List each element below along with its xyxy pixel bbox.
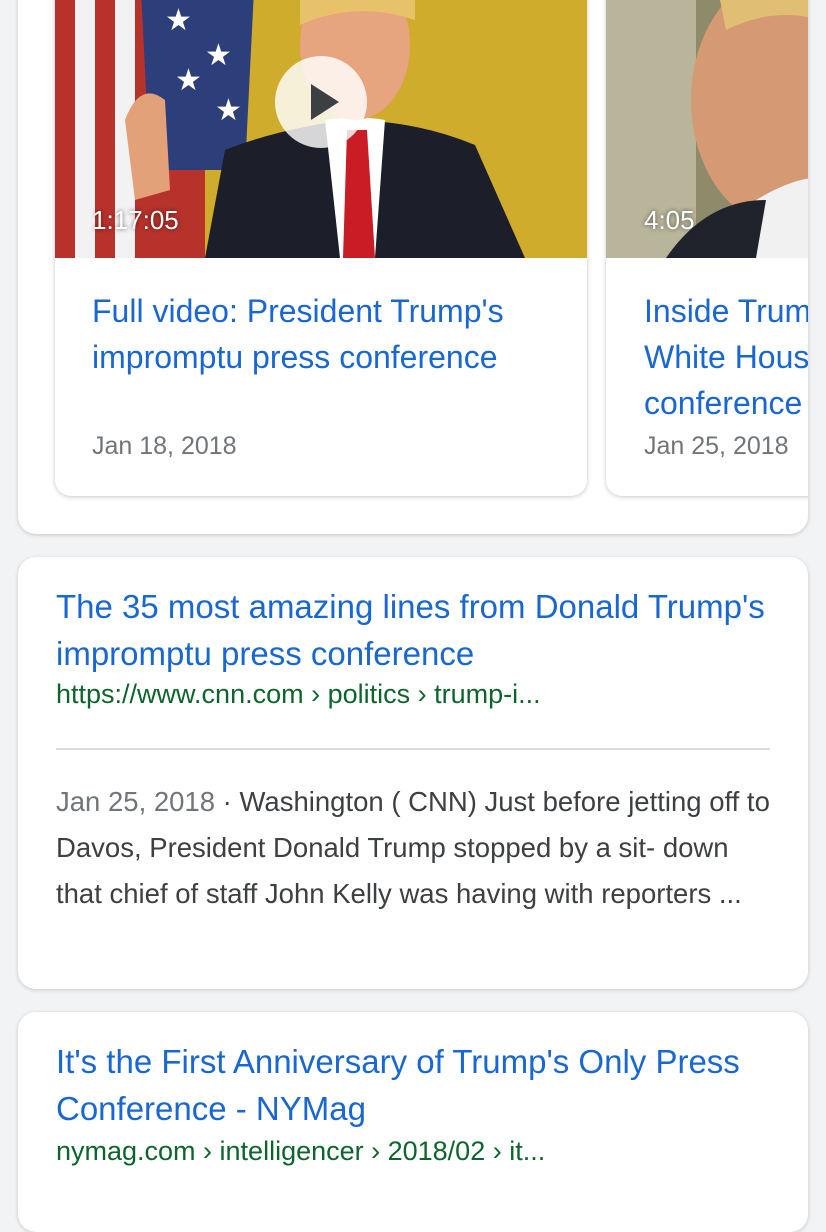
separator: · xyxy=(215,786,240,817)
svg-text:★: ★ xyxy=(205,39,232,72)
video-title[interactable]: Full video: President Trump's impromptu … xyxy=(92,288,562,380)
video-title[interactable]: Inside Trum White Hous conference xyxy=(644,288,808,426)
result-title[interactable]: The 35 most amazing lines from Donald Tr… xyxy=(56,583,776,677)
video-duration: 4:05 xyxy=(644,205,695,235)
play-icon xyxy=(311,84,339,120)
divider xyxy=(56,748,770,750)
video-duration: 1:17:05 xyxy=(92,205,179,235)
svg-text:★: ★ xyxy=(215,94,242,127)
search-result: The 35 most amazing lines from Donald Tr… xyxy=(18,557,808,989)
video-date: Jan 18, 2018 xyxy=(92,432,237,460)
video-carousel: ★ ★ ★ ★ 1:17:05 Full video: President Tr… xyxy=(18,0,808,534)
svg-text:★: ★ xyxy=(165,4,192,37)
video-thumbnail[interactable]: 4:05 xyxy=(606,0,808,258)
video-card[interactable]: ★ ★ ★ ★ 1:17:05 Full video: President Tr… xyxy=(55,0,587,496)
play-button[interactable] xyxy=(275,56,367,148)
result-title[interactable]: It's the First Anniversary of Trump's On… xyxy=(56,1038,776,1132)
video-date: Jan 25, 2018 xyxy=(644,432,789,460)
video-card[interactable]: 4:05 Inside Trum White Hous conference J… xyxy=(606,0,808,496)
search-result: It's the First Anniversary of Trump's On… xyxy=(18,1012,808,1232)
result-date: Jan 25, 2018 xyxy=(56,786,216,817)
result-url[interactable]: nymag.com › intelligencer › 2018/02 › it… xyxy=(56,1136,545,1167)
result-snippet: Jan 25, 2018 · Washington ( CNN) Just be… xyxy=(56,779,776,917)
svg-text:★: ★ xyxy=(175,64,202,97)
video-thumbnail[interactable]: ★ ★ ★ ★ 1:17:05 xyxy=(55,0,587,258)
result-url[interactable]: https://www.cnn.com › politics › trump-i… xyxy=(56,679,541,710)
